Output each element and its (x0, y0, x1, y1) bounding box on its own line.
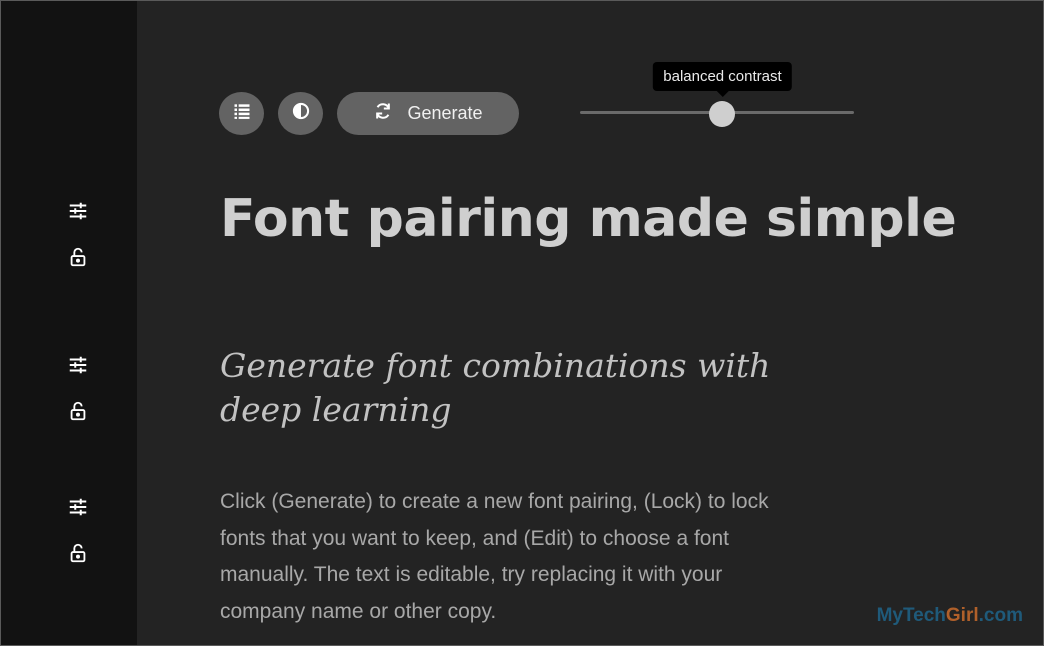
refresh-icon (373, 101, 393, 126)
toolbar: Generate (219, 92, 519, 135)
font-row-controls-1 (67, 200, 93, 292)
watermark-com: .com (978, 605, 1023, 626)
font-row-controls-2 (67, 354, 93, 446)
contrast-slider[interactable]: balanced contrast (580, 62, 854, 127)
slider-thumb[interactable] (709, 101, 736, 127)
generate-label: Generate (407, 103, 483, 123)
list-view-button[interactable] (219, 92, 264, 135)
headline-text[interactable]: Font pairing made simple (220, 189, 957, 249)
generate-button[interactable]: Generate (337, 92, 519, 135)
watermark-logo: MyTechGirl.com (877, 605, 1023, 627)
slider-tooltip: balanced contrast (653, 62, 792, 97)
contrast-icon (291, 101, 311, 126)
contrast-toggle-button[interactable] (278, 92, 323, 135)
subheadline-text[interactable]: Generate font combinations with deep lea… (220, 344, 820, 432)
unlock-icon[interactable] (67, 400, 89, 422)
body-text[interactable]: Click (Generate) to create a new font pa… (220, 484, 810, 630)
main-canvas: Generate balanced contrast Font pairing … (137, 1, 1043, 645)
edit-font-sliders-icon[interactable] (67, 496, 89, 518)
edit-font-sliders-icon[interactable] (67, 200, 89, 222)
unlock-icon[interactable] (67, 246, 89, 268)
edit-font-sliders-icon[interactable] (67, 354, 89, 376)
sidebar (1, 1, 137, 645)
list-icon (232, 101, 252, 126)
watermark-girl: Girl (945, 605, 979, 626)
watermark-tech: Tech (902, 605, 946, 626)
watermark-my: My (876, 605, 903, 626)
font-row-controls-3 (67, 496, 93, 588)
unlock-icon[interactable] (67, 542, 89, 564)
